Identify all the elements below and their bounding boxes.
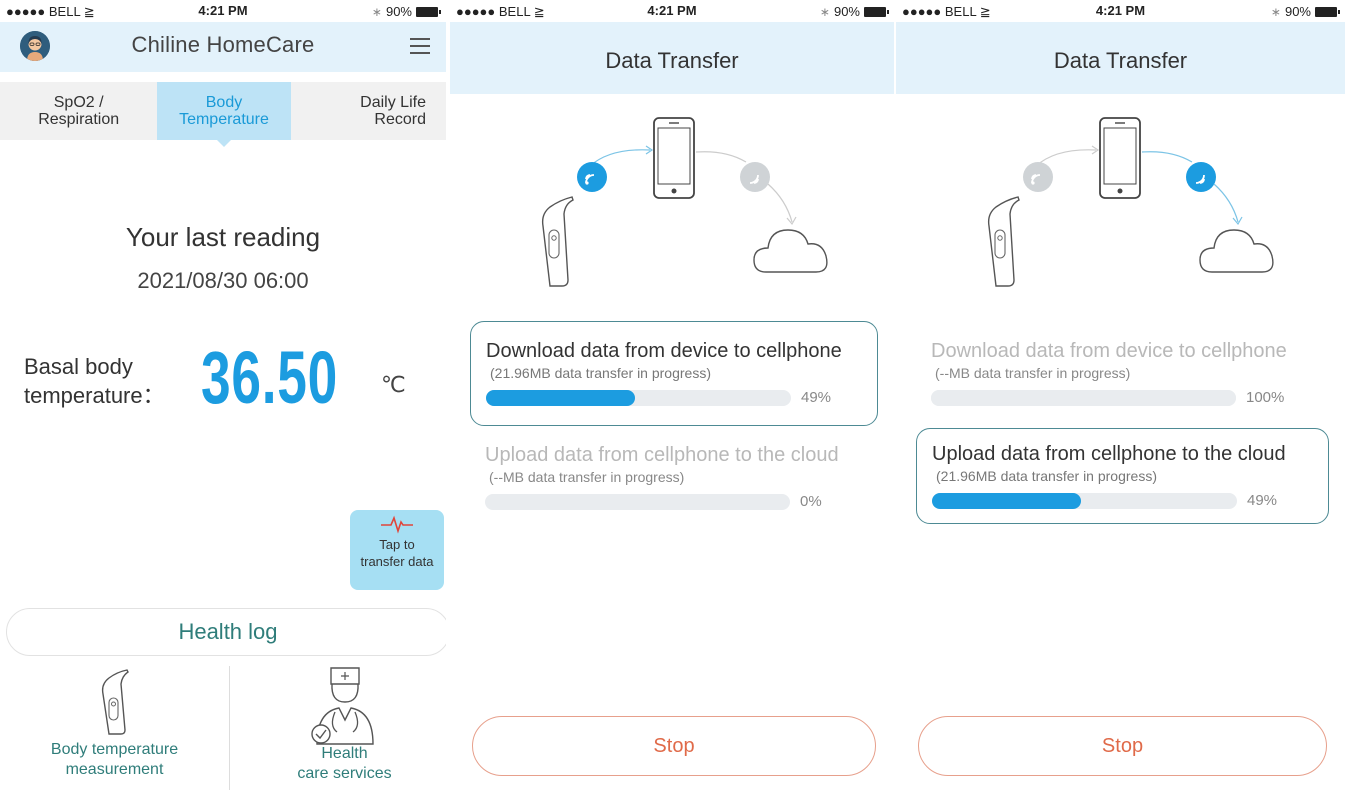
download-step-subtitle: (21.96MB data transfer in progress) [490, 365, 711, 381]
tab-body-temperature[interactable]: Body Temperature [157, 82, 291, 147]
tab-daily-life-record[interactable]: Daily Life Record [291, 82, 446, 140]
upload-step: Upload data from cellphone to the cloud … [470, 444, 878, 524]
screen-header: Data Transfer [896, 22, 1345, 94]
page-title: Data Transfer [1053, 48, 1188, 73]
basal-label-line2: temperature： [24, 383, 165, 408]
battery-icon [864, 6, 889, 17]
cloud-sync-inactive-icon [740, 162, 770, 192]
download-step-title: Download data from device to cellphone [931, 340, 1287, 362]
download-step: Download data from device to cellphone (… [916, 340, 1329, 420]
upload-progress-track [485, 494, 790, 510]
download-progress-fill [486, 390, 635, 406]
download-progress: 100% [931, 389, 1329, 407]
body-temperature-item-line1: Body temperature [50, 741, 179, 758]
download-progress-fill [931, 390, 1236, 406]
status-bar: ●●●●● BELL ≧ 4:21 PM ∗ 90% [896, 0, 1345, 22]
stop-button[interactable]: Stop [472, 716, 876, 776]
stop-button[interactable]: Stop [918, 716, 1327, 776]
battery-icon [416, 6, 441, 17]
thermometer-device-icon [987, 196, 1020, 287]
tab-spo2-respiration[interactable]: SpO2 / Respiration [0, 82, 157, 140]
upload-progress-percent: 0% [800, 493, 822, 510]
tab-bar: SpO2 / Respiration Body Temperature Dail… [0, 82, 446, 147]
wireless-active-icon [577, 162, 607, 192]
homecare-screen: ●●●●● BELL ≧ 4:21 PM ∗ 90% Chiline HomeCa… [0, 0, 446, 791]
cloud-icon [753, 229, 828, 273]
app-title: Chiline HomeCare [131, 32, 315, 57]
heartbeat-icon [381, 515, 413, 534]
upload-step-title: Upload data from cellphone to the cloud [485, 444, 839, 466]
reading-datetime: 2021/08/30 06:00 [137, 268, 309, 293]
transfer-button-line2: transfer data [360, 554, 434, 569]
battery-percent: 90% [385, 4, 412, 19]
upload-step-subtitle: (--MB data transfer in progress) [489, 469, 685, 485]
bluetooth-icon: ∗ [371, 4, 382, 19]
battery-status: ∗ 90% [819, 4, 889, 19]
app-header: Chiline HomeCare [0, 22, 446, 72]
status-bar: ●●●●● BELL ≧ 4:21 PM ∗ 90% [450, 0, 894, 22]
transfer-data-button[interactable]: Tap to transfer data [350, 510, 444, 590]
basal-label-line1: Basal body [24, 354, 133, 379]
cloud-sync-active-icon [1186, 162, 1216, 192]
battery-percent: 90% [833, 4, 860, 19]
page-title: Data Transfer [605, 48, 739, 73]
cloud-icon [1199, 229, 1274, 273]
download-progress: 49% [486, 389, 877, 407]
download-step: Download data from device to cellphone (… [470, 321, 878, 426]
temperature-value: 36.50 [201, 336, 338, 419]
download-step-title: Download data from device to cellphone [486, 340, 842, 362]
bluetooth-icon: ∗ [819, 4, 830, 19]
transfer-illustration [541, 117, 828, 287]
cellphone-icon [1099, 117, 1141, 199]
battery-status: ∗ 90% [1270, 4, 1340, 19]
upload-step-subtitle: (21.96MB data transfer in progress) [936, 468, 1157, 484]
upload-progress-percent: 49% [1247, 492, 1278, 509]
transfer-illustration [987, 117, 1274, 287]
body-temperature-measurement-item[interactable]: Body temperature measurement [0, 664, 229, 780]
battery-icon [1315, 6, 1340, 17]
health-care-item-line1: Health [321, 745, 368, 762]
basal-temperature-label: Basal body temperature： [24, 352, 165, 410]
upload-progress: 49% [932, 492, 1328, 510]
download-progress-percent: 100% [1246, 389, 1285, 406]
temperature-unit: ℃ [381, 372, 406, 397]
screen-header: Data Transfer [450, 22, 894, 94]
upload-progress-fill [932, 493, 1081, 509]
service-menu: Body temperature measurement Health care… [0, 664, 446, 791]
battery-percent: 90% [1284, 4, 1311, 19]
health-care-services-item[interactable]: Health care services [230, 664, 446, 784]
status-bar: ●●●●● BELL ≧ 4:21 PM ∗ 90% [0, 0, 446, 22]
download-progress-percent: 49% [801, 389, 832, 406]
bluetooth-icon: ∗ [1270, 4, 1281, 19]
health-care-item-line2: care services [297, 765, 392, 782]
data-transfer-upload-screen: ●●●●● BELL ≧ 4:21 PM ∗90% Data Transfer [896, 0, 1345, 791]
hamburger-menu-icon[interactable] [410, 38, 430, 54]
doctor-icon [310, 667, 374, 745]
body-temperature-item-line2: measurement [65, 761, 164, 778]
download-step-subtitle: (--MB data transfer in progress) [935, 365, 1131, 381]
wireless-inactive-icon [1023, 162, 1053, 192]
thermometer-icon [101, 669, 129, 735]
upload-progress: 0% [485, 493, 878, 511]
battery-status: ∗ 90% [371, 4, 441, 19]
health-log-button[interactable]: Health log [6, 608, 446, 656]
transfer-button-line1: Tap to [379, 537, 415, 552]
data-transfer-download-screen: ●●●●● BELL ≧ 4:21 PM ∗90% Data Transfer [450, 0, 894, 791]
upload-step: Upload data from cellphone to the cloud … [916, 428, 1329, 524]
thermometer-device-icon [541, 196, 574, 287]
cellphone-icon [653, 117, 695, 199]
upload-step-title: Upload data from cellphone to the cloud [932, 443, 1286, 465]
last-reading-label: Your last reading [125, 222, 321, 252]
